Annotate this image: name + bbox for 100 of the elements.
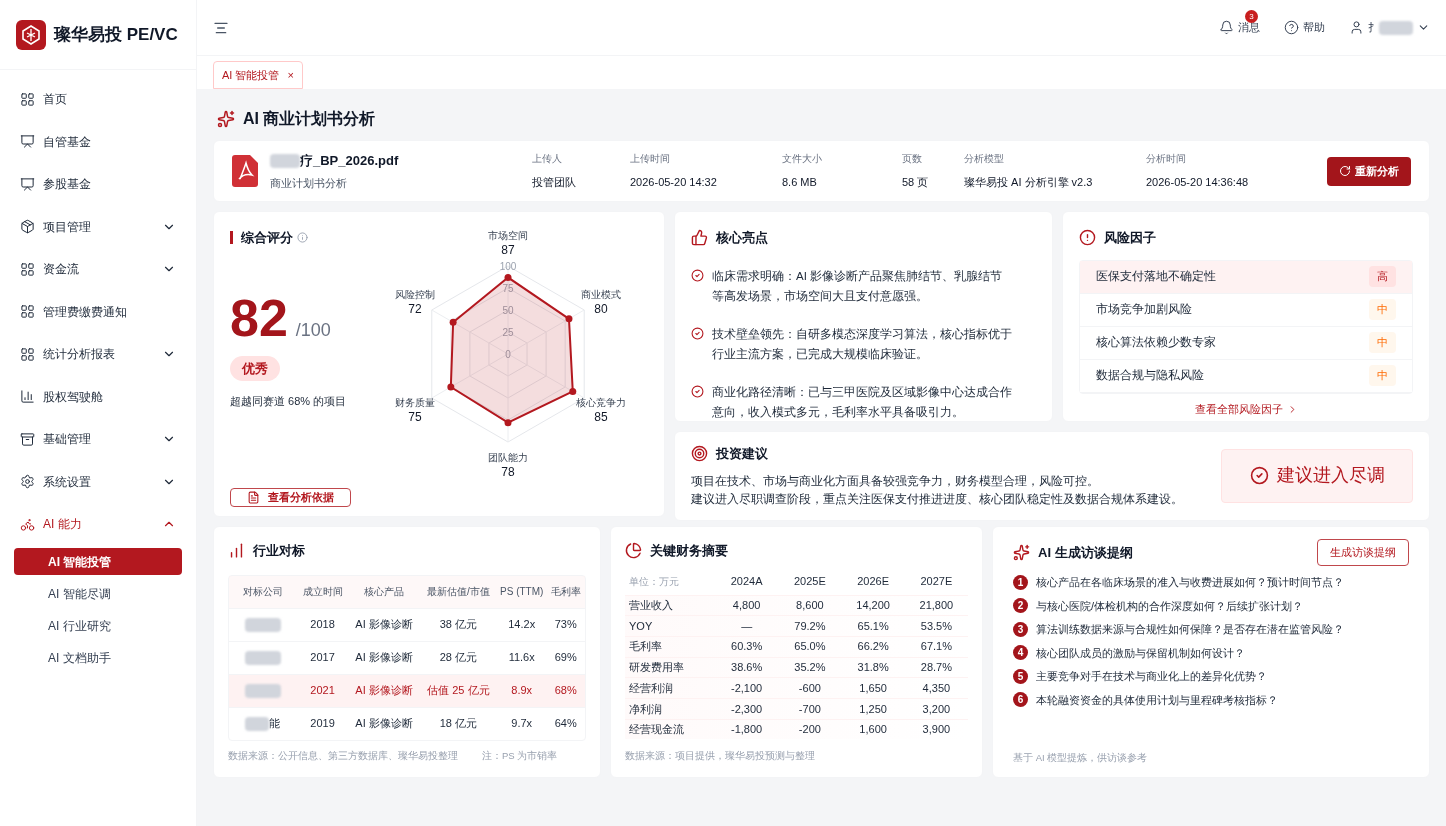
field-value: 2026-05-20 14:32	[630, 175, 718, 191]
card-title: 关键财务摘要	[650, 542, 728, 560]
blurred-text	[245, 716, 270, 731]
blurred-text	[270, 153, 300, 168]
table-cell-text: 60.3%	[730, 639, 764, 655]
question-text: 核心团队成员的激励与保留机制如何设计？	[1036, 645, 1245, 661]
data-point	[504, 273, 512, 281]
user-menu[interactable]: 扌	[1349, 19, 1430, 36]
risk-label: 核心算法依赖少数专家	[1096, 334, 1217, 350]
blurred-text	[244, 650, 281, 665]
header-button[interactable]: 帮助	[1284, 19, 1325, 36]
column-header: 2025E	[792, 574, 827, 590]
sidebar-item[interactable]: 股权驾驶舱	[8, 375, 188, 418]
table-cell-text: -2,100	[730, 680, 764, 696]
table-cell-text: 2021	[309, 683, 336, 699]
grid-icon	[20, 261, 35, 277]
page-tab[interactable]: AI 智能投管 ×	[213, 61, 303, 89]
table-cell-text: 毛利率	[628, 639, 663, 655]
sidebar-item[interactable]: 管理费缴费通知	[8, 290, 188, 333]
view-basis-button[interactable]: 查看分析依据	[230, 488, 351, 507]
check-circle-icon	[691, 268, 704, 282]
footnote: 数据来源：公开信息、第三方数据库、璨华易投整理	[228, 748, 458, 763]
sidebar-item[interactable]: AI 能力	[8, 503, 188, 546]
highlight-text: 商业化路径清晰：已与三甲医院及区域影像中心达成合作意向，收入模式多元，毛利率水平具备吸引力。	[712, 384, 1013, 420]
table-cell-text: 28.7%	[919, 660, 953, 676]
table-cell-text: 53.5%	[919, 618, 953, 634]
table-cell-text: 65.1%	[856, 618, 890, 634]
data-point	[569, 387, 577, 395]
axis-label: 财务质量	[395, 396, 435, 408]
table-cell-text: 66.2%	[856, 639, 890, 655]
table-cell-text: AI 影像诊断	[354, 617, 414, 633]
axis-value: 85	[594, 409, 608, 424]
table-cell-text: 28 亿元	[438, 650, 478, 666]
table-cell-text: AI 影像诊断	[354, 716, 414, 732]
question-text: 算法训练数据来源与合规性如何保障？是否存在潜在监管风险？	[1036, 622, 1344, 637]
thumbs-up-icon	[691, 229, 708, 247]
verdict-banner: 建议进入尽调	[1221, 448, 1413, 503]
risk-label: 医保支付落地不确定性	[1096, 268, 1217, 284]
field-label: 分析模型	[964, 152, 1005, 167]
sidebar-item[interactable]: 自管基金	[8, 120, 188, 163]
table-cell-text: 68%	[553, 683, 578, 699]
table-cell-text: 73%	[553, 617, 578, 633]
risk-level-badge: 中	[1369, 365, 1396, 386]
column-header: 2027E	[919, 574, 954, 590]
highlight-text: 技术壁垒领先：自研多模态深度学习算法，核心指标优于行业主流方案，已完成大规模临床验证。	[712, 326, 1013, 362]
table-cell-text: -700	[797, 701, 822, 717]
view-all-risks-link[interactable]: 查看全部风险因子	[1194, 401, 1298, 418]
question-text: 核心产品在各临床场景的准入与收费进展如何？预计时间节点？	[1036, 575, 1344, 590]
table-cell-text: 38 亿元	[438, 617, 478, 633]
submenu-item[interactable]: AI 文档助手	[14, 644, 182, 671]
card-title: 核心亮点	[716, 229, 768, 247]
pdf-file-icon	[232, 155, 258, 187]
card-title: 行业对标	[253, 542, 305, 560]
question-text: 与核心医院/体检机构的合作深度如何？后续扩张计划？	[1036, 598, 1304, 614]
table-cell-text: 能	[269, 716, 281, 732]
sidebar-item[interactable]: 统计分析报表	[8, 333, 188, 376]
field-label: 页数	[902, 152, 923, 167]
field-label: 上传时间	[630, 152, 671, 167]
field-value: 58 页	[902, 175, 930, 191]
number-badge: 1	[1013, 574, 1028, 590]
submenu-item[interactable]: AI 智能尽调	[14, 580, 182, 607]
table-cell-text: 69%	[553, 650, 578, 666]
sidebar-item[interactable]: 资金流	[8, 248, 188, 291]
sidebar-item[interactable]: 项目管理	[8, 205, 188, 248]
table-cell-text: 经营利润	[628, 680, 674, 696]
table-cell-text: 1,650	[858, 680, 888, 696]
sidebar-item[interactable]: 系统设置	[8, 460, 188, 503]
table-cell-text: AI 影像诊断	[354, 683, 414, 699]
table-cell-text: YOY	[628, 618, 654, 634]
bike-icon	[20, 516, 35, 532]
brand-name: 璨华易投 PE/VC	[54, 23, 178, 46]
field-label: 文件大小	[782, 152, 823, 167]
reanalyze-button[interactable]: 重新分析	[1327, 156, 1411, 186]
sidebar-item[interactable]: 参股基金	[8, 163, 188, 206]
footnote: 基于 AI 模型提炼，供访谈参考	[1013, 750, 1149, 765]
card-title: 综合评分	[241, 229, 293, 247]
table-cell-text: 21,800	[918, 598, 955, 614]
tick-label: 100	[499, 261, 517, 272]
submenu-item[interactable]: AI 行业研究	[14, 612, 182, 639]
column-header: PS (TTM)	[499, 585, 545, 599]
bar-chart-icon	[228, 542, 245, 560]
generate-outline-button[interactable]: 生成访谈提纲	[1317, 539, 1409, 566]
sidebar-item[interactable]: 基础管理	[8, 418, 188, 461]
card-title: 投资建议	[716, 445, 768, 463]
column-header: 最新估值/市值	[425, 585, 491, 599]
tab-close-button[interactable]: ×	[287, 66, 294, 84]
table-cell-text: -600	[797, 680, 822, 696]
axis-value: 72	[408, 302, 422, 317]
sidebar-item[interactable]: 首页	[8, 78, 188, 121]
advice-text: 项目在技术、市场与商业化方面具备较强竞争力，财务模型合理，风险可控。	[691, 473, 1100, 489]
submenu-item[interactable]: AI 智能投管	[14, 548, 182, 575]
table-cell-text: 67.1%	[919, 639, 953, 655]
file-name: 疗_BP_2026.pdf	[300, 152, 399, 170]
risk-level-badge: 中	[1369, 332, 1396, 353]
archive-icon	[20, 431, 35, 447]
number-badge: 5	[1013, 668, 1028, 684]
axis-value: 80	[594, 302, 608, 317]
help-icon	[1284, 20, 1299, 35]
table-cell-text: 14.2x	[507, 617, 537, 633]
tick-label: 25	[502, 327, 514, 338]
